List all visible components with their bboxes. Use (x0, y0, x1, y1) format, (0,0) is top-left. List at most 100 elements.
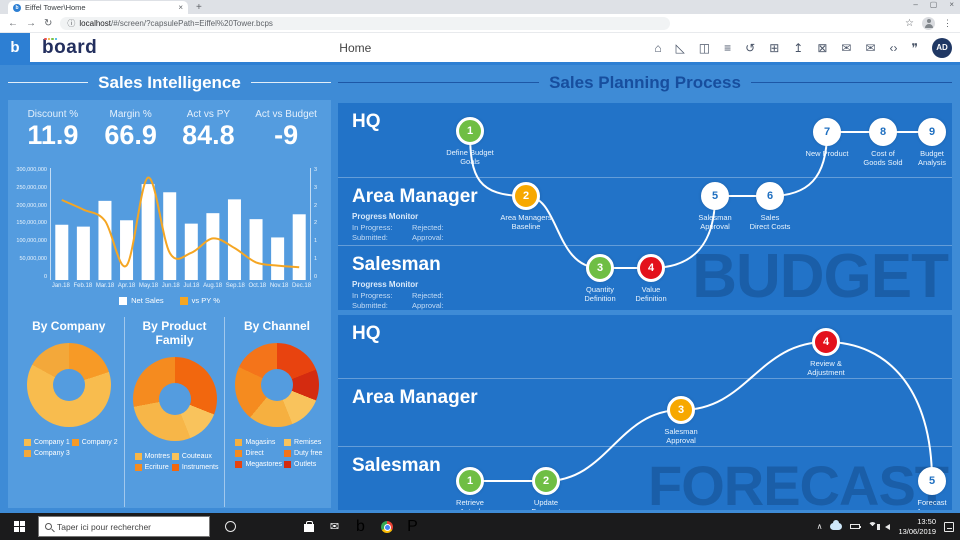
step-label: Review & Adjustment (791, 359, 861, 378)
bookmark-star-icon[interactable]: ☆ (905, 18, 914, 29)
step-budget-1[interactable]: 1 (456, 117, 484, 145)
store-icon[interactable] (302, 520, 315, 533)
browser-profile-icon[interactable] (922, 17, 935, 30)
browser-menu-icon[interactable]: ⋮ (943, 18, 952, 29)
kpi-label: Discount % (14, 109, 92, 120)
menu-icon[interactable]: ≡ (724, 42, 731, 54)
step-budget-9[interactable]: 9 (918, 118, 946, 146)
window-close-button[interactable]: × (949, 0, 954, 9)
chart-plot-area[interactable] (50, 168, 311, 280)
code-icon[interactable]: ‹› (890, 42, 898, 54)
step-budget-2[interactable]: 2 (512, 182, 540, 210)
bar-Nov.18[interactable] (271, 237, 284, 280)
chat-icon[interactable]: ❞ (912, 42, 918, 54)
donut-legend: MagasinsRemisesDirectDuty freeMegastores… (225, 427, 328, 468)
powerpoint-icon[interactable]: P (406, 520, 419, 533)
bar-Oct.18[interactable] (250, 219, 263, 280)
step-forecast-3[interactable]: 3 (667, 396, 695, 424)
bar-Dec.18[interactable] (293, 214, 306, 280)
browser-tab[interactable]: b Eiffel Tower\Home × (8, 1, 188, 14)
chrome-icon[interactable] (380, 520, 393, 533)
step-budget-7[interactable]: 7 (813, 118, 841, 146)
back-icon[interactable]: ← (8, 18, 18, 29)
site-info-icon[interactable]: ⓘ (67, 18, 75, 29)
donut-chart[interactable] (133, 357, 217, 441)
bar-Aug.18[interactable] (206, 213, 219, 280)
donut-chart[interactable] (235, 343, 319, 427)
app-toolbar: ⌂ ◺ ◫ ≡ ↺ ⊞ ↥ ⊠ ✉ ✉ ‹› ❞ AD (654, 38, 952, 58)
step-forecast-5[interactable]: 5 (918, 467, 946, 495)
legend-swatch (180, 297, 188, 305)
step-forecast-4[interactable]: 4 (812, 328, 840, 356)
window-minimize-button[interactable]: – (913, 0, 917, 9)
screen-title: Home (339, 41, 371, 55)
step-budget-6[interactable]: 6 (756, 182, 784, 210)
step-label: Budget Analysis (897, 149, 952, 168)
step-budget-3[interactable]: 3 (586, 254, 614, 282)
url-field[interactable]: ⓘ localhost/#/screen/?capsulePath=Eiffel… (60, 17, 670, 30)
screen-icon[interactable]: ⊞ (769, 42, 779, 54)
taskbar-clock[interactable]: 13:50 13/06/2019 (898, 517, 936, 537)
clock-time: 13:50 (898, 517, 936, 527)
action-center-icon[interactable] (944, 522, 954, 532)
undo-icon[interactable]: ↺ (745, 42, 755, 54)
bar-Mar.18[interactable] (98, 201, 111, 280)
donut-title: By Channel (225, 319, 328, 333)
volume-icon[interactable] (885, 524, 890, 530)
step-forecast-1[interactable]: 1 (456, 467, 484, 495)
user-avatar[interactable]: AD (932, 38, 952, 58)
step-label: Update Forecast (511, 498, 581, 510)
presentation-icon[interactable]: ◫ (699, 42, 710, 54)
bar-Jan.18[interactable] (55, 225, 68, 280)
chart-x-axis: Jan.18Feb.18Mar.18Apr.18May.18Jun.18Jul.… (50, 280, 313, 289)
wifi-icon[interactable] (868, 522, 877, 531)
bar-Sep.18[interactable] (228, 199, 241, 280)
share-icon[interactable]: ↥ (793, 42, 803, 54)
vs-py-line[interactable] (62, 178, 299, 268)
board-logo-mark[interactable]: b (0, 33, 30, 62)
cortana-icon[interactable] (224, 520, 237, 533)
clock-date: 13/06/2019 (898, 527, 936, 537)
legend-item: Magasins (235, 439, 282, 446)
onedrive-icon[interactable] (830, 523, 842, 530)
file-explorer-icon[interactable] (276, 520, 289, 533)
battery-icon[interactable] (850, 524, 860, 529)
window-maximize-button[interactable]: ▢ (930, 0, 938, 9)
export-excel-icon[interactable]: ⊠ (817, 42, 827, 54)
legend-swatch (235, 439, 242, 446)
forward-icon[interactable]: → (26, 18, 36, 29)
design-icon[interactable]: ◺ (676, 42, 685, 54)
step-budget-5[interactable]: 5 (701, 182, 729, 210)
taskbar-search-input[interactable]: Taper ici pour rechercher (38, 516, 210, 537)
bar-Feb.18[interactable] (77, 227, 90, 280)
legend-swatch (284, 450, 291, 457)
kpi-label: Act vs PY (170, 109, 248, 120)
right-panel-title-text: Sales Planning Process (549, 73, 741, 93)
step-label: Area Managers Baseline (491, 213, 561, 232)
bar-May.18[interactable] (142, 184, 155, 280)
mail-send-icon[interactable]: ✉ (865, 42, 875, 54)
step-budget-4[interactable]: 4 (637, 254, 665, 282)
budget-process-block: BUDGETHQArea ManagerProgress MonitorIn P… (338, 103, 952, 310)
donut-chart[interactable] (27, 343, 111, 427)
mail-icon[interactable]: ✉ (328, 520, 341, 533)
new-tab-button[interactable]: + (196, 1, 202, 14)
tray-expand-icon[interactable]: ∧ (817, 522, 823, 531)
mail-add-icon[interactable]: ✉ (841, 42, 851, 54)
home-icon[interactable]: ⌂ (654, 42, 661, 54)
board-app-icon[interactable]: b (354, 520, 367, 533)
step-label: Forecast Accuracy (897, 498, 952, 510)
kpi-value: 84.8 (170, 122, 248, 149)
board-logo-wordmark: board (42, 37, 97, 59)
donut-legend: Company 1Company 2Company 3 (14, 427, 124, 457)
start-button[interactable] (0, 513, 38, 540)
step-forecast-2[interactable]: 2 (532, 467, 560, 495)
tab-close-icon[interactable]: × (178, 3, 183, 12)
refresh-icon[interactable]: ↻ (44, 18, 52, 29)
legend-swatch (235, 461, 242, 468)
net-sales-chart[interactable]: 300,000,000250,000,000200,000,000150,000… (14, 168, 325, 305)
flow-connector (470, 342, 932, 481)
task-view-icon[interactable] (250, 520, 263, 533)
step-budget-8[interactable]: 8 (869, 118, 897, 146)
legend-item: Company 3 (24, 450, 70, 457)
